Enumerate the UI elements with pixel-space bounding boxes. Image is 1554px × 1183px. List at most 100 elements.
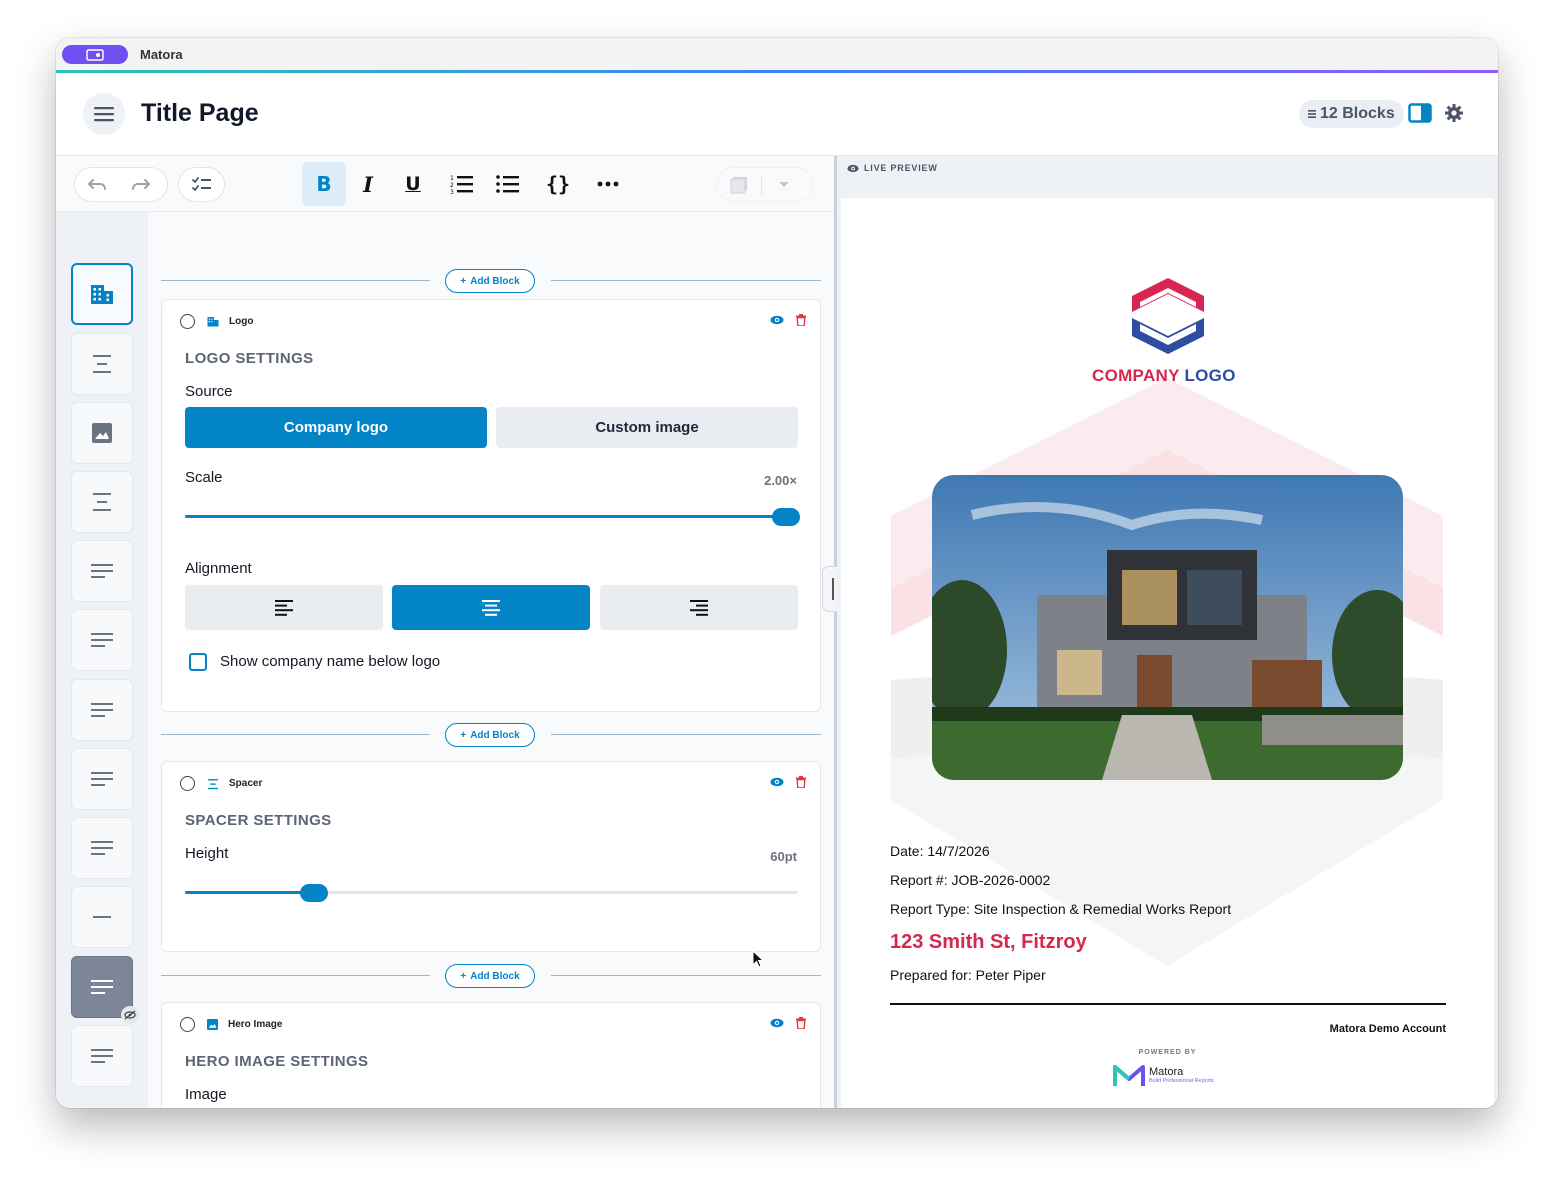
add-block-button[interactable]: + Add Block (445, 723, 535, 747)
redo-button[interactable] (119, 167, 163, 202)
source-company-logo-button[interactable]: Company logo (185, 407, 487, 448)
rail-item-divider[interactable] (71, 886, 133, 948)
bullet-list-icon (496, 175, 519, 193)
height-value: 60pt (770, 849, 797, 864)
card-actions (770, 776, 806, 788)
block-type-label: Logo (229, 316, 254, 327)
building-icon (207, 317, 219, 327)
rail-item-text[interactable] (71, 609, 133, 671)
page-title: Title Page (141, 99, 259, 127)
checklist-button[interactable] (178, 167, 225, 202)
align-right-icon (690, 599, 708, 616)
add-block-button[interactable]: + Add Block (445, 269, 535, 293)
block-type-label: Spacer (229, 778, 263, 789)
select-block-radio[interactable] (180, 776, 195, 791)
card-header: Logo (180, 314, 253, 329)
house-photo (932, 475, 1403, 780)
add-block-label: Add Block (470, 970, 520, 982)
italic-button[interactable]: I (346, 162, 390, 206)
rail-item-logo[interactable] (71, 263, 133, 325)
footer-rule (890, 1003, 1446, 1005)
trash-icon[interactable] (796, 776, 806, 788)
align-right-button[interactable] (600, 585, 798, 630)
eye-icon[interactable] (770, 777, 784, 787)
eye-icon[interactable] (770, 1018, 784, 1028)
spacer-icon (208, 778, 218, 789)
hero-image (932, 475, 1403, 780)
select-block-radio[interactable] (180, 1017, 195, 1032)
height-slider-thumb[interactable] (299, 884, 328, 902)
scale-slider-track[interactable] (185, 515, 798, 518)
toggle-preview-button[interactable] (1408, 103, 1432, 125)
eye-icon[interactable] (770, 315, 784, 325)
height-slider-fill (185, 891, 314, 894)
editor-toolbar: B I U 1 2 3 {} (56, 156, 834, 212)
ordered-list-button[interactable]: 1 2 3 (440, 162, 484, 206)
divider-line (551, 280, 821, 281)
prepared-for: Prepared for: Peter Piper (890, 967, 1046, 983)
spacer-icon (93, 493, 111, 511)
undo-icon (88, 178, 106, 190)
report-date: Date: 14/7/2026 (890, 843, 990, 859)
template-dropdown-toggle[interactable] (762, 167, 806, 202)
divider-icon (93, 916, 111, 918)
image-icon (92, 423, 112, 443)
trash-icon[interactable] (796, 1017, 806, 1029)
rail-item-text[interactable] (71, 679, 133, 741)
svg-text:2: 2 (450, 182, 454, 189)
divider-line (161, 975, 430, 976)
rail-item-text[interactable] (71, 1025, 133, 1087)
app-window: Matora Title Page 12 Blocks B I U 1 2 3 … (56, 38, 1498, 1108)
window-switcher-button[interactable] (62, 45, 128, 64)
braces-icon: {} (545, 172, 571, 196)
variables-button[interactable]: {} (536, 162, 580, 206)
plus-icon: + (460, 275, 467, 287)
scale-value: 2.00× (764, 473, 797, 488)
rail-item-text[interactable] (71, 748, 133, 810)
menu-button[interactable] (83, 93, 125, 135)
text-lines-icon (91, 1049, 113, 1063)
rail-item-text-hidden[interactable] (71, 956, 139, 1024)
text-lines-icon (91, 564, 113, 578)
preview-label: LIVE PREVIEW (864, 163, 938, 173)
checklist-icon (191, 176, 211, 191)
text-lines-icon (91, 841, 113, 855)
title-bar: Matora (56, 38, 1498, 71)
more-button[interactable] (586, 162, 630, 206)
bullet-list-button[interactable] (486, 162, 530, 206)
rail-item-text[interactable] (71, 540, 133, 602)
plus-icon: + (460, 729, 467, 741)
trash-icon[interactable] (796, 314, 806, 326)
source-custom-image-button[interactable]: Custom image (496, 407, 798, 448)
add-block-button[interactable]: + Add Block (445, 964, 535, 988)
select-block-radio[interactable] (180, 314, 195, 329)
settings-button[interactable] (1444, 103, 1466, 125)
template-dropdown[interactable] (716, 167, 814, 202)
spacer-block-card: Spacer SPACER SETTINGS Height 60pt (161, 761, 821, 952)
app-name: Matora (140, 47, 183, 62)
hero-image-block-card: Hero Image HERO IMAGE SETTINGS Image (161, 1002, 821, 1108)
text-lines-icon (91, 772, 113, 786)
report-type: Report Type: Site Inspection & Remedial … (890, 901, 1232, 917)
rail-item-image[interactable] (71, 402, 133, 464)
rail-item-spacer[interactable] (71, 333, 133, 395)
height-slider-track[interactable] (185, 891, 798, 894)
card-header: Spacer (180, 776, 262, 791)
svg-text:3: 3 (450, 189, 454, 194)
undo-button[interactable] (75, 167, 119, 202)
align-left-button[interactable] (185, 585, 383, 630)
show-company-name-checkbox[interactable] (189, 653, 207, 671)
scale-label: Scale (185, 469, 223, 486)
align-center-button[interactable] (392, 585, 590, 630)
underline-button[interactable]: U (391, 162, 435, 206)
list-icon (1308, 110, 1316, 118)
matora-logo-icon (1113, 1065, 1145, 1086)
bold-button[interactable]: B (302, 162, 346, 206)
scale-slider-thumb[interactable] (771, 508, 800, 526)
text-lines-icon (91, 980, 113, 994)
template-button[interactable] (717, 167, 761, 202)
rail-item-spacer-2[interactable] (71, 471, 133, 533)
image-label: Image (185, 1086, 227, 1103)
blocks-count-badge[interactable]: 12 Blocks (1299, 100, 1404, 128)
rail-item-text[interactable] (71, 817, 133, 879)
